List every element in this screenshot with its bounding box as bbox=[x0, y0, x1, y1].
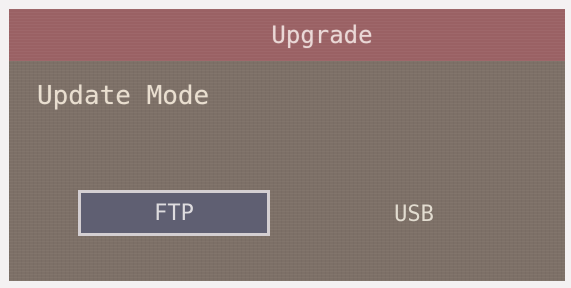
ftp-option-label: FTP bbox=[154, 200, 194, 226]
ftp-option-button[interactable]: FTP bbox=[78, 190, 270, 236]
title-bar: Upgrade bbox=[9, 9, 565, 61]
update-mode-label: Update Mode bbox=[37, 81, 210, 111]
usb-option-label: USB bbox=[394, 201, 434, 227]
upgrade-screen: Upgrade Update Mode FTP USB bbox=[9, 9, 565, 281]
usb-option-button[interactable]: USB bbox=[369, 194, 459, 234]
dialog-title: Upgrade bbox=[271, 21, 373, 49]
